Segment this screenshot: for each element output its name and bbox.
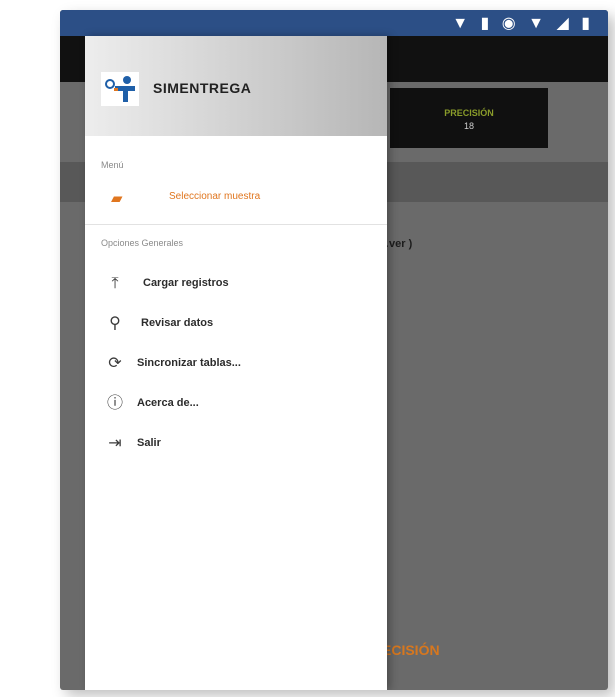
- upload-icon: ⤒: [111, 275, 119, 292]
- device-screen: ▼ ▮ ◉ ▼ ◢ ▮ PRECISIÓN 18 …ver ) ECISIÓN …: [60, 10, 608, 690]
- menu-item-label: Cargar registros: [143, 277, 229, 289]
- status-icons: ▼ ▮ ◉ ▼ ◢ ▮: [452, 15, 594, 32]
- menu-item-label: Salir: [137, 437, 161, 449]
- simentrega-logo-icon: [101, 72, 139, 106]
- menu-item-review-data[interactable]: ⚲ Revisar datos: [85, 308, 387, 342]
- menu-item-label: Revisar datos: [141, 317, 214, 329]
- sync-icon: ⟳: [108, 355, 122, 372]
- menu-item-about[interactable]: ⓘ Acerca de...: [85, 388, 387, 422]
- select-sample-icon: ▰: [111, 190, 123, 207]
- search-icon: ⚲: [109, 315, 121, 332]
- app-brand: SIMENTREGA: [153, 80, 252, 96]
- status-bar: ▼ ▮ ◉ ▼ ◢ ▮: [60, 10, 608, 36]
- general-options-title: Opciones Generales: [101, 238, 184, 248]
- drawer-header: SIMENTREGA: [85, 36, 387, 136]
- precision-value: 18: [463, 121, 474, 131]
- menu-item-sync-tables[interactable]: ⟳ Sincronizar tablas...: [85, 348, 387, 382]
- select-sample-label: Seleccionar muestra: [169, 191, 261, 202]
- menu-item-select-sample[interactable]: ▰ Seleccionar muestra: [85, 178, 387, 218]
- navigation-drawer: SIMENTREGA Menú ▰ Seleccionar muestra Op…: [85, 36, 387, 690]
- precision-card: PRECISIÓN 18: [390, 88, 548, 148]
- menu-item-exit[interactable]: ⇥ Salir: [85, 428, 387, 462]
- bottom-precision-label: ECISIÓN: [382, 642, 440, 658]
- menu-section-title: Menú: [101, 160, 124, 170]
- drawer-divider: [85, 224, 387, 225]
- menu-item-label: Sincronizar tablas...: [137, 357, 241, 369]
- info-icon: ⓘ: [106, 395, 123, 412]
- precision-label: PRECISIÓN: [444, 108, 494, 118]
- exit-icon: ⇥: [108, 435, 122, 452]
- menu-item-load-records[interactable]: ⤒ Cargar registros: [85, 268, 387, 302]
- menu-item-label: Acerca de...: [137, 397, 199, 409]
